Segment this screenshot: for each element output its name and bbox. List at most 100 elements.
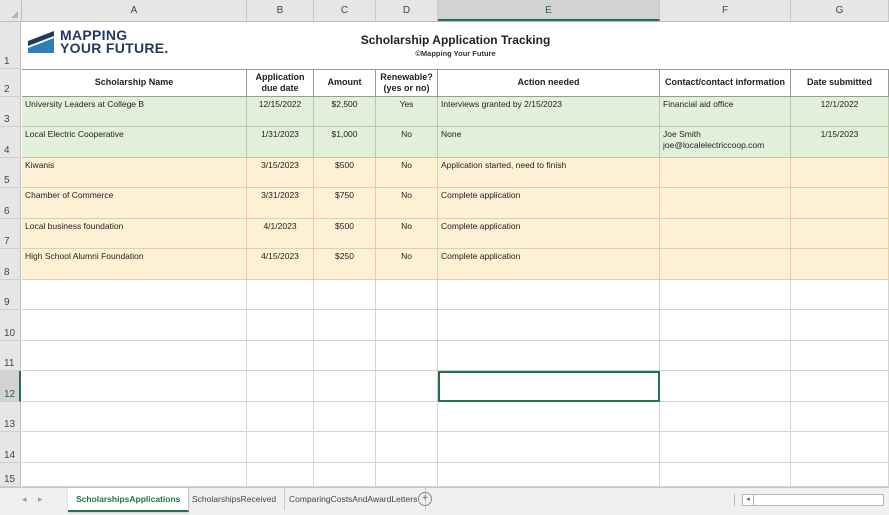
empty-cell[interactable] (660, 402, 791, 432)
cell-renewable[interactable]: No (376, 249, 438, 280)
row-header-14[interactable]: 14 (0, 432, 21, 463)
empty-cell[interactable] (247, 432, 314, 463)
empty-cell[interactable] (314, 371, 376, 402)
cell-date-submitted[interactable] (791, 158, 889, 188)
cell-due-date[interactable]: 4/1/2023 (247, 219, 314, 249)
cell-action[interactable]: Complete application (438, 249, 660, 280)
empty-cell[interactable] (660, 432, 791, 463)
tab-comparing-costs[interactable]: ComparingCostsAndAwardLetters (281, 488, 427, 510)
empty-cell[interactable] (376, 463, 438, 487)
scroll-tabs-left-icon[interactable]: ◂ (22, 494, 27, 505)
cell-name[interactable]: University Leaders at College B (22, 97, 247, 127)
column-header-g[interactable]: G (791, 0, 889, 21)
cell-contact[interactable] (660, 158, 791, 188)
column-header-b[interactable]: B (247, 0, 314, 21)
empty-cell[interactable] (314, 402, 376, 432)
select-all-button[interactable] (0, 0, 22, 21)
cell-amount[interactable]: $500 (314, 158, 376, 188)
cell-amount[interactable]: $750 (314, 188, 376, 219)
empty-cell[interactable] (247, 463, 314, 487)
header-amount[interactable]: Amount (314, 69, 376, 97)
empty-cell[interactable] (438, 402, 660, 432)
column-header-e[interactable]: E (438, 0, 660, 21)
empty-cell[interactable] (376, 402, 438, 432)
empty-cell[interactable] (376, 371, 438, 402)
empty-cell[interactable] (376, 341, 438, 371)
row-header-12[interactable]: 12 (0, 371, 21, 402)
cell-name[interactable]: Chamber of Commerce (22, 188, 247, 219)
empty-cell[interactable] (314, 310, 376, 341)
scroll-left-icon[interactable]: ◂ (743, 495, 754, 505)
row-header-4[interactable]: 4 (0, 127, 21, 158)
cell-date-submitted[interactable]: 12/1/2022 (791, 97, 889, 127)
cell-amount[interactable]: $1,000 (314, 127, 376, 158)
empty-cell[interactable] (438, 341, 660, 371)
cell-contact[interactable] (660, 249, 791, 280)
cell-name[interactable]: Kiwanis (22, 158, 247, 188)
empty-cell[interactable] (660, 341, 791, 371)
row-header-13[interactable]: 13 (0, 402, 21, 432)
column-header-c[interactable]: C (314, 0, 376, 21)
header-action-needed[interactable]: Action needed (438, 69, 660, 97)
cell-contact[interactable]: Financial aid office (660, 97, 791, 127)
horizontal-scrollbar[interactable]: ◂ (742, 494, 884, 506)
empty-cell[interactable] (438, 310, 660, 341)
active-cell-e12[interactable] (438, 371, 660, 402)
empty-cell[interactable] (791, 280, 889, 310)
empty-cell[interactable] (22, 463, 247, 487)
cell-name[interactable]: Local Electric Cooperative (22, 127, 247, 158)
cell-date-submitted[interactable] (791, 188, 889, 219)
row-header-11[interactable]: 11 (0, 341, 21, 371)
empty-cell[interactable] (22, 310, 247, 341)
empty-cell[interactable] (791, 402, 889, 432)
empty-cell[interactable] (791, 371, 889, 402)
empty-cell[interactable] (438, 280, 660, 310)
empty-cell[interactable] (314, 341, 376, 371)
empty-cell[interactable] (247, 280, 314, 310)
empty-cell[interactable] (22, 371, 247, 402)
cell-renewable[interactable]: Yes (376, 97, 438, 127)
empty-cell[interactable] (660, 280, 791, 310)
cell-due-date[interactable]: 3/31/2023 (247, 188, 314, 219)
scroll-tabs-right-icon[interactable]: ▸ (38, 494, 43, 505)
header-renewable[interactable]: Renewable? (yes or no) (376, 69, 438, 97)
cell-renewable[interactable]: No (376, 219, 438, 249)
column-header-a[interactable]: A (22, 0, 247, 21)
empty-cell[interactable] (247, 371, 314, 402)
cell-renewable[interactable]: No (376, 188, 438, 219)
row-header-3[interactable]: 3 (0, 97, 21, 127)
column-header-f[interactable]: F (660, 0, 791, 21)
row-header-5[interactable]: 5 (0, 158, 21, 188)
empty-cell[interactable] (660, 310, 791, 341)
empty-cell[interactable] (791, 463, 889, 487)
cell-due-date[interactable]: 4/15/2023 (247, 249, 314, 280)
empty-cell[interactable] (438, 432, 660, 463)
cell-name[interactable]: Local business foundation (22, 219, 247, 249)
empty-cell[interactable] (660, 371, 791, 402)
tab-scholarships-applications[interactable]: ScholarshipsApplications (68, 488, 190, 512)
cell-action[interactable]: Application started, need to finish (438, 158, 660, 188)
cell-name[interactable]: High School Alumni Foundation (22, 249, 247, 280)
row-header-9[interactable]: 9 (0, 280, 21, 310)
cell-action[interactable]: None (438, 127, 660, 158)
row-header-1[interactable]: 1 (0, 22, 21, 69)
row-header-15[interactable]: 15 (0, 463, 21, 487)
empty-cell[interactable] (22, 341, 247, 371)
empty-cell[interactable] (376, 280, 438, 310)
cell-amount[interactable]: $500 (314, 219, 376, 249)
cell-date-submitted[interactable] (791, 249, 889, 280)
empty-cell[interactable] (314, 432, 376, 463)
cell-due-date[interactable]: 3/15/2023 (247, 158, 314, 188)
header-due-date[interactable]: Application due date (247, 69, 314, 97)
row-header-7[interactable]: 7 (0, 219, 21, 249)
row-header-2[interactable]: 2 (0, 69, 21, 97)
cell-renewable[interactable]: No (376, 127, 438, 158)
cell-amount[interactable]: $2,500 (314, 97, 376, 127)
cell-contact[interactable]: Joe Smith joe@localelectriccoop.com (660, 127, 791, 158)
empty-cell[interactable] (376, 310, 438, 341)
header-contact[interactable]: Contact/contact information (660, 69, 791, 97)
row-header-8[interactable]: 8 (0, 249, 21, 280)
empty-cell[interactable] (22, 280, 247, 310)
empty-cell[interactable] (22, 432, 247, 463)
cell-date-submitted[interactable] (791, 219, 889, 249)
